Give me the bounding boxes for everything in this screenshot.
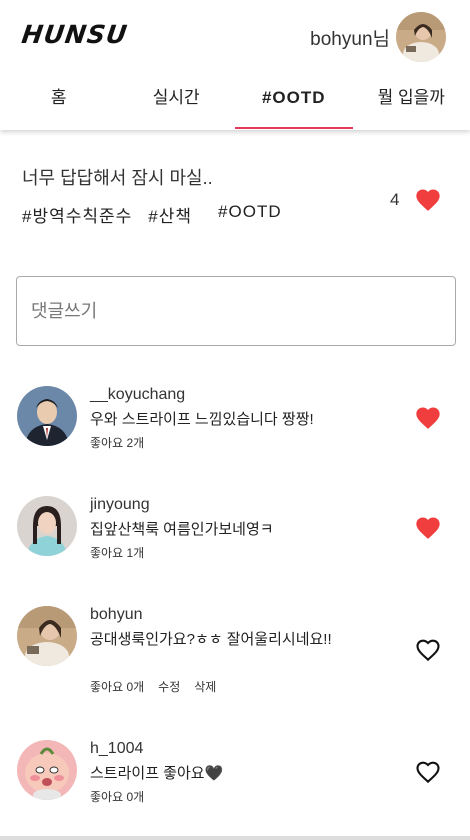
- comment-like-count: 좋아요 0개: [90, 680, 145, 694]
- heart-filled-icon[interactable]: [414, 186, 442, 214]
- commenter-name[interactable]: jinyoung: [90, 496, 150, 514]
- post-title: 너무 답답해서 잠시 마실..: [22, 168, 213, 188]
- comment-meta: 좋아요 0개 수정 삭제: [90, 678, 216, 695]
- comment-text: 우와 스트라이프 느낌있습니다 짱짱!: [90, 411, 314, 428]
- comment-input[interactable]: [16, 276, 456, 346]
- comment-meta: 좋아요 1개: [90, 544, 144, 561]
- comment-item: h_1004 스트라이프 좋아요🖤 좋아요 0개: [0, 734, 470, 840]
- app-header: HUNSU bohyun님 홈 실시간 #OOTD 뭘 입을까: [0, 0, 470, 130]
- commenter-avatar[interactable]: [17, 606, 77, 666]
- commenter-avatar[interactable]: [17, 740, 77, 800]
- tab-ootd[interactable]: #OOTD: [235, 80, 353, 129]
- comment-text: 집앞산책룩 여름인가보네영ㅋ: [90, 521, 274, 538]
- heart-outline-icon[interactable]: [414, 758, 442, 786]
- tab-realtime[interactable]: 실시간: [118, 80, 236, 128]
- heart-filled-icon[interactable]: [414, 514, 442, 542]
- post-tag[interactable]: #OOTD: [218, 202, 282, 227]
- post-like-count: 4: [390, 190, 400, 209]
- delete-comment-button[interactable]: 삭제: [194, 678, 216, 695]
- user-avatar[interactable]: [396, 12, 446, 62]
- user-profile[interactable]: bohyun님: [310, 12, 446, 62]
- commenter-avatar[interactable]: [17, 496, 77, 556]
- heart-filled-icon[interactable]: [414, 404, 442, 432]
- comment-text: 스트라이프 좋아요🖤: [90, 765, 224, 782]
- post-tag[interactable]: #방역수칙준수: [22, 202, 132, 227]
- user-name: bohyun님: [310, 28, 390, 50]
- comment-meta: 좋아요 0개: [90, 788, 144, 805]
- tab-what-to-wear[interactable]: 뭘 입을까: [353, 80, 470, 128]
- comment-like-count: 좋아요 2개: [90, 436, 145, 450]
- bottom-divider: [0, 836, 470, 840]
- app-logo[interactable]: HUNSU: [20, 20, 130, 49]
- heart-outline-icon[interactable]: [414, 636, 442, 664]
- comment-text: 공대생룩인가요?ㅎㅎ 잘어울리시네요!!: [90, 631, 332, 648]
- comment-item: bohyun 공대생룩인가요?ㅎㅎ 잘어울리시네요!! 좋아요 0개 수정 삭제: [0, 600, 470, 710]
- commenter-name[interactable]: bohyun: [90, 606, 143, 624]
- post-summary: 너무 답답해서 잠시 마실.. #방역수칙준수 #산책 #OOTD 4: [0, 150, 470, 240]
- comment-item: jinyoung 집앞산책룩 여름인가보네영ㅋ 좋아요 1개: [0, 490, 470, 600]
- edit-comment-button[interactable]: 수정: [158, 678, 180, 695]
- commenter-avatar[interactable]: [17, 386, 77, 446]
- comment-like-count: 좋아요 1개: [90, 546, 145, 560]
- post-tag[interactable]: #산책: [148, 202, 192, 227]
- commenter-name[interactable]: __koyuchang: [90, 386, 185, 404]
- comment-meta: 좋아요 2개: [90, 434, 144, 451]
- post-tags: #방역수칙준수 #산책 #OOTD: [22, 202, 282, 227]
- comment-like-count: 좋아요 0개: [90, 790, 145, 804]
- commenter-name[interactable]: h_1004: [90, 740, 143, 758]
- tab-bar: 홈 실시간 #OOTD 뭘 입을까: [0, 80, 470, 129]
- tab-home[interactable]: 홈: [0, 80, 118, 128]
- comment-item: __koyuchang 우와 스트라이프 느낌있습니다 짱짱! 좋아요 2개: [0, 380, 470, 490]
